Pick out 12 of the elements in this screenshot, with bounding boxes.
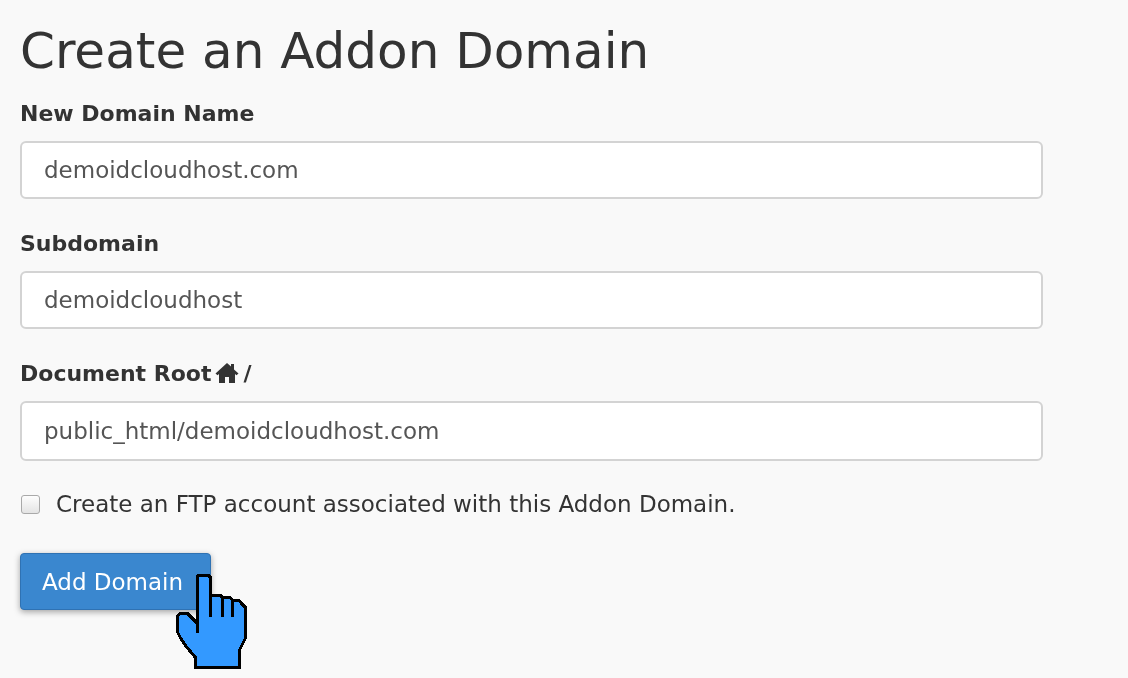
text-input[interactable]: demoidcloudhost	[20, 271, 1043, 329]
page-title: Create an Addon Domain	[20, 21, 650, 82]
add-domain-button[interactable]: Add Domain	[20, 553, 211, 610]
checkbox-label: Create an FTP account associated with this Addon Domain.	[56, 491, 736, 517]
text-input[interactable]: public_html/demoidcloudhost.com	[20, 401, 1043, 461]
text-input[interactable]: demoidcloudhost.com	[20, 141, 1043, 199]
home-icon	[215, 362, 240, 384]
field-label: Document Root	[20, 360, 212, 386]
field-label: Subdomain	[20, 230, 160, 256]
path-separator: /	[243, 360, 252, 386]
checkbox[interactable]	[21, 494, 40, 514]
field-label: New Domain Name	[20, 100, 255, 126]
